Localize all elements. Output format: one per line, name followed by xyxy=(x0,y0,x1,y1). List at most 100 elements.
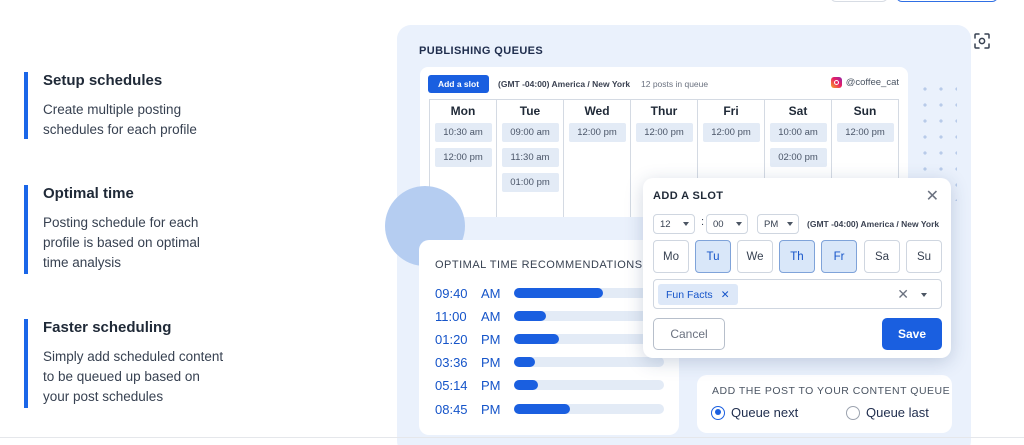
page: Setup schedules Create multiple posting s… xyxy=(0,0,1024,445)
day-name: Wed xyxy=(584,104,610,118)
time-slot[interactable]: 02:00 pm xyxy=(769,148,827,167)
feature-optimal-time: Optimal time Posting schedule for each pr… xyxy=(24,185,274,274)
rec-ampm: PM xyxy=(481,377,501,393)
chevron-down-icon xyxy=(683,222,689,226)
day-name: Tue xyxy=(519,104,541,118)
time-slot[interactable]: 12:00 pm xyxy=(836,123,894,142)
time-slot[interactable]: 01:00 pm xyxy=(501,173,559,192)
day-toggle-th[interactable]: Th xyxy=(779,240,815,273)
queue-title: ADD THE POST TO YOUR CONTENT QUEUE xyxy=(712,385,951,397)
day-toggle-tu[interactable]: Tu xyxy=(695,240,731,273)
category-select[interactable]: Fun Facts ✕ ✕ xyxy=(653,279,942,309)
profile-handle: @coffee_cat xyxy=(845,77,899,88)
remove-tag-icon[interactable]: ✕ xyxy=(721,289,730,301)
time-slot[interactable]: 12:00 pm xyxy=(702,123,760,142)
rec-bar xyxy=(514,380,664,390)
header-button-outline[interactable] xyxy=(830,0,888,2)
time-slot[interactable]: 12:00 pm xyxy=(635,123,693,142)
rec-bar xyxy=(514,404,664,414)
focus-icon[interactable] xyxy=(972,31,992,51)
radio-unselected-icon[interactable] xyxy=(846,405,860,420)
minute-select[interactable]: 00 xyxy=(706,214,748,234)
chevron-down-icon[interactable] xyxy=(921,293,927,297)
day-name: Sat xyxy=(788,104,808,118)
radio-label: Queue next xyxy=(731,405,799,420)
feature-desc: Create multiple posting schedules for eac… xyxy=(43,102,197,137)
day-name: Fri xyxy=(723,104,739,118)
chevron-down-icon xyxy=(736,222,742,226)
rec-bar-fill xyxy=(514,334,559,344)
rec-bar xyxy=(514,357,664,367)
tag-label: Fun Facts xyxy=(666,288,713,301)
day-toggle-we[interactable]: We xyxy=(737,240,773,273)
feature-title: Setup schedules xyxy=(43,72,163,89)
recommendation-row: 03:36 PM xyxy=(435,352,675,372)
day-toggle-fr[interactable]: Fr xyxy=(821,240,857,273)
time-slot[interactable]: 12:00 pm xyxy=(434,148,492,167)
rec-time: 05:14 xyxy=(435,377,468,393)
feature-faster-scheduling: Faster scheduling Simply add scheduled c… xyxy=(24,319,274,408)
rec-bar-fill xyxy=(514,311,546,321)
rec-ampm: PM xyxy=(481,354,501,370)
rec-ampm: AM xyxy=(481,285,501,301)
rec-bar xyxy=(514,288,664,298)
instagram-icon xyxy=(830,77,842,88)
time-slot[interactable]: 10:30 am xyxy=(434,123,492,142)
day-toggle-su[interactable]: Su xyxy=(906,240,942,273)
feature-title: Optimal time xyxy=(43,185,134,202)
close-icon[interactable]: ✕ xyxy=(926,186,939,206)
rec-time: 08:45 xyxy=(435,401,468,417)
add-slot-button[interactable]: Add a slot xyxy=(428,75,489,93)
publishing-queues-title: PUBLISHING QUEUES xyxy=(419,45,544,57)
rec-ampm: AM xyxy=(481,308,501,324)
feature-desc: Simply add scheduled content to be queued… xyxy=(43,349,224,404)
rec-bar xyxy=(514,311,664,321)
time-slot[interactable]: 12:00 pm xyxy=(568,123,626,142)
posts-in-queue: 12 posts in queue xyxy=(641,79,709,89)
day-name: Thur xyxy=(650,104,678,118)
save-button[interactable]: Save xyxy=(882,318,942,350)
rec-ampm: PM xyxy=(481,331,501,347)
day-name: Mon xyxy=(450,104,476,118)
rec-time: 09:40 xyxy=(435,285,468,301)
content-queue-card: ADD THE POST TO YOUR CONTENT QUEUE Queue… xyxy=(697,375,952,433)
optimal-title: OPTIMAL TIME RECOMMENDATIONS xyxy=(435,259,643,271)
day-name: Sun xyxy=(853,104,877,118)
feature-setup-schedules: Setup schedules Create multiple posting s… xyxy=(24,72,274,139)
rec-time: 03:36 xyxy=(435,354,468,370)
dialog-timezone: (GMT -04:00) America / New York xyxy=(807,219,940,229)
rec-bar-fill xyxy=(514,357,535,367)
category-tag: Fun Facts ✕ xyxy=(658,284,738,305)
rec-bar-fill xyxy=(514,288,603,298)
queue-last-radio[interactable]: Queue last xyxy=(846,405,929,420)
time-slot[interactable]: 09:00 am xyxy=(501,123,559,142)
clear-icon[interactable]: ✕ xyxy=(897,286,909,303)
recommendation-row: 01:20 PM xyxy=(435,329,675,349)
rec-bar xyxy=(514,334,664,344)
time-slot[interactable]: 11:30 am xyxy=(501,148,559,167)
rec-bar-fill xyxy=(514,404,570,414)
day-toggle-sa[interactable]: Sa xyxy=(864,240,900,273)
radio-selected-icon[interactable] xyxy=(711,405,725,420)
rec-bar-fill xyxy=(514,380,538,390)
profile-selector[interactable]: @coffee_cat xyxy=(830,77,899,88)
radio-label: Queue last xyxy=(866,405,929,420)
feature-title: Faster scheduling xyxy=(43,319,172,336)
hour-select[interactable]: 12 xyxy=(653,214,695,234)
header-button-primary[interactable] xyxy=(896,0,998,2)
rec-time: 11:00 xyxy=(435,308,467,324)
timezone-label: (GMT -04:00) America / New York xyxy=(498,79,631,89)
optimal-time-card: OPTIMAL TIME RECOMMENDATIONS 09:40 AM 11… xyxy=(419,240,679,435)
recommendation-row: 05:14 PM xyxy=(435,375,675,395)
rec-ampm: PM xyxy=(481,401,501,417)
divider xyxy=(0,437,1024,438)
chevron-down-icon xyxy=(787,222,793,226)
time-slot[interactable]: 10:00 am xyxy=(769,123,827,142)
ampm-select[interactable]: PM xyxy=(757,214,799,234)
queue-next-radio[interactable]: Queue next xyxy=(711,405,798,420)
cancel-button[interactable]: Cancel xyxy=(653,318,725,350)
dialog-title: ADD A SLOT xyxy=(653,190,724,202)
rec-time: 01:20 xyxy=(435,331,468,347)
recommendation-row: 09:40 AM xyxy=(435,283,675,303)
day-toggle-mo[interactable]: Mo xyxy=(653,240,689,273)
